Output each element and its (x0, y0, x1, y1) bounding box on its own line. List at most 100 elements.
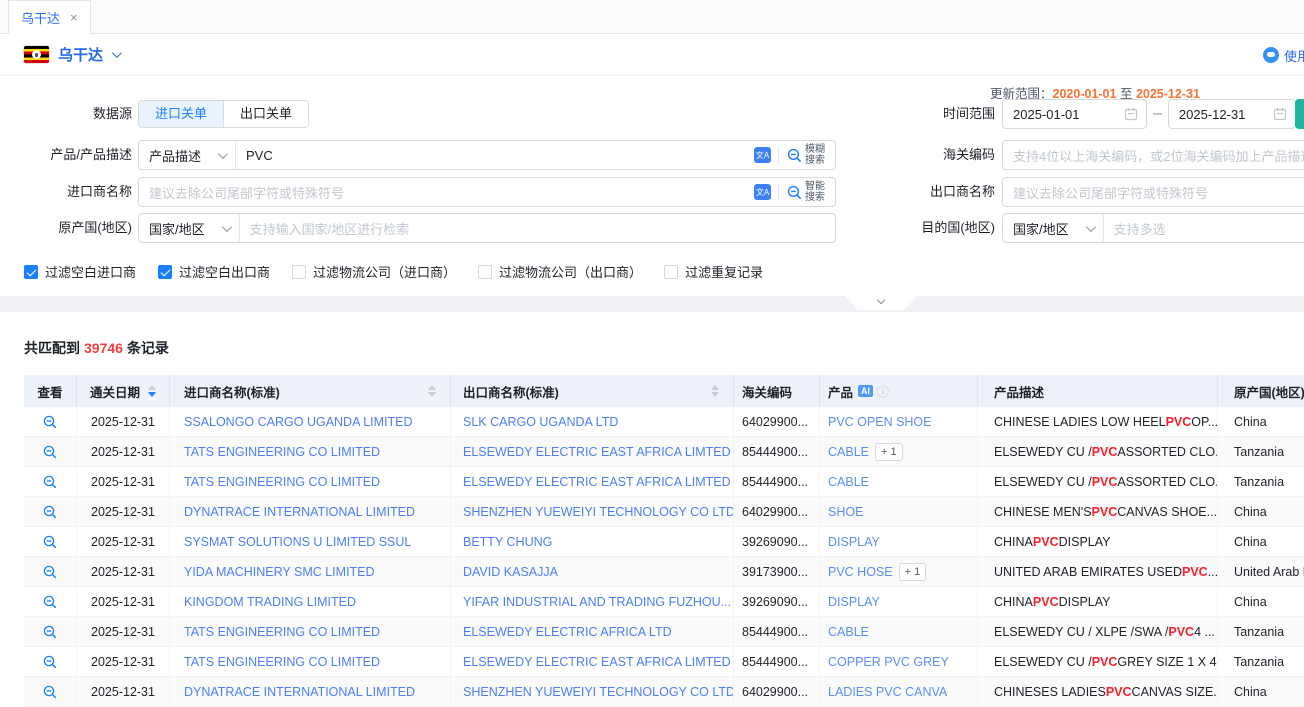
view-magnifier-icon[interactable] (42, 474, 58, 490)
end-date-input[interactable]: 2025-12-31 (1168, 99, 1296, 129)
exporter-link[interactable]: ELSEWEDY ELECTRIC EAST AFRICA LIMTED (463, 475, 731, 489)
importer-link[interactable]: KINGDOM TRADING LIMITED (184, 595, 356, 609)
extra-count-badge[interactable]: + 1 (899, 563, 927, 581)
view-button-cell[interactable] (24, 497, 77, 526)
view-button-cell[interactable] (24, 677, 77, 706)
view-magnifier-icon[interactable] (42, 564, 58, 580)
usage-guide-link[interactable]: 使用 (1263, 34, 1304, 76)
exporter-link[interactable]: BETTY CHUNG (463, 535, 552, 549)
exporter-link[interactable]: ELSEWEDY ELECTRIC EAST AFRICA LIMTED (463, 655, 731, 669)
tab-import-declarations[interactable]: 进口关单 (139, 101, 223, 127)
product-link[interactable]: SHOE (828, 505, 863, 519)
col-exporter[interactable]: 出口商名称(标准) (451, 375, 734, 407)
importer-link[interactable]: TATS ENGINEERING CO LIMITED (184, 655, 380, 669)
filter-checkbox-1[interactable]: 过滤空白出口商 (158, 262, 270, 281)
smart-search-button[interactable]: 智能搜索 (786, 181, 827, 204)
col-importer[interactable]: 进口商名称(标准) (170, 375, 451, 407)
importer-link[interactable]: SSALONGO CARGO UGANDA LIMITED (184, 415, 413, 429)
product-link[interactable]: CABLE (828, 445, 869, 459)
checkbox-unchecked-icon[interactable] (292, 265, 306, 279)
origin-cell: China (1218, 677, 1304, 706)
product-link[interactable]: PVC HOSE (828, 565, 893, 579)
importer-link[interactable]: TATS ENGINEERING CO LIMITED (184, 625, 380, 639)
view-magnifier-icon[interactable] (42, 504, 58, 520)
sort-icon-date[interactable] (148, 385, 156, 397)
importer-link[interactable]: YIDA MACHINERY SMC LIMITED (184, 565, 375, 579)
view-magnifier-icon[interactable] (42, 444, 58, 460)
tab-close-icon[interactable]: × (70, 10, 78, 25)
extra-count-badge[interactable]: + 1 (875, 443, 903, 461)
dest-country-select[interactable]: 国家/地区 (1003, 214, 1104, 242)
hs-code-input-box[interactable]: 支持4位以上海关编码，或2位海关编码加上产品描述、企 (1002, 140, 1304, 170)
product-type-select[interactable]: 产品描述 (139, 141, 236, 169)
translate-icon[interactable]: 文A (754, 184, 771, 200)
product-input[interactable]: PVC (236, 148, 746, 163)
filter-checkbox-4[interactable]: 过滤重复记录 (664, 262, 763, 281)
view-magnifier-icon[interactable] (42, 594, 58, 610)
product-link[interactable]: PVC OPEN SHOE (828, 415, 932, 429)
data-source-label: 数据源 (0, 99, 132, 129)
exporter-link[interactable]: DAVID KASAJJA (463, 565, 558, 579)
importer-input[interactable]: 建议去除公司尾部字符或特殊符号 (139, 183, 746, 202)
exporter-link[interactable]: SHENZHEN YUEWEIYI TECHNOLOGY CO LTD (463, 685, 734, 699)
tab-export-declarations[interactable]: 出口关单 (223, 101, 308, 127)
importer-link[interactable]: TATS ENGINEERING CO LIMITED (184, 475, 380, 489)
view-button-cell[interactable] (24, 407, 77, 436)
view-button-cell[interactable] (24, 527, 77, 556)
description-cell: CHINA PVC DISPLAY (978, 587, 1218, 616)
checkbox-unchecked-icon[interactable] (478, 265, 492, 279)
checkbox-unchecked-icon[interactable] (664, 265, 678, 279)
exporter-link[interactable]: ELSEWEDY ELECTRIC AFRICA LTD (463, 625, 672, 639)
importer-link[interactable]: DYNATRACE INTERNATIONAL LIMITED (184, 505, 415, 519)
checkbox-label: 过滤重复记录 (685, 262, 763, 281)
filter-checkbox-0[interactable]: 过滤空白进口商 (24, 262, 136, 281)
start-date-input[interactable]: 2025-01-01 (1002, 99, 1147, 129)
filter-checkbox-2[interactable]: 过滤物流公司（进口商） (292, 262, 456, 281)
exporter-link[interactable]: SLK CARGO UGANDA LTD (463, 415, 618, 429)
view-button-cell[interactable] (24, 647, 77, 676)
tab-uganda[interactable]: 乌干达 × (8, 0, 91, 34)
view-magnifier-icon[interactable] (42, 684, 58, 700)
exporter-link[interactable]: YIFAR INDUSTRIAL AND TRADING FUZHOU... (463, 595, 731, 609)
origin-country-select-value: 国家/地区 (149, 219, 205, 238)
product-link[interactable]: CABLE (828, 625, 869, 639)
view-magnifier-icon[interactable] (42, 534, 58, 550)
chevron-down-icon[interactable] (112, 48, 122, 58)
checkbox-checked-icon[interactable] (158, 265, 172, 279)
product-link[interactable]: LADIES PVC CANVA (828, 685, 947, 699)
view-button-cell[interactable] (24, 557, 77, 586)
search-button-partial[interactable] (1295, 99, 1304, 129)
exporter-link[interactable]: SHENZHEN YUEWEIYI TECHNOLOGY CO LTD (463, 505, 734, 519)
product-link[interactable]: CABLE (828, 475, 869, 489)
importer-link[interactable]: SYSMAT SOLUTIONS U LIMITED SSUL (184, 535, 411, 549)
col-date[interactable]: 通关日期 (77, 375, 170, 407)
filter-checkbox-3[interactable]: 过滤物流公司（出口商） (478, 262, 642, 281)
view-button-cell[interactable] (24, 617, 77, 646)
collapse-panel-button[interactable] (845, 296, 917, 310)
view-magnifier-icon[interactable] (42, 654, 58, 670)
view-magnifier-icon[interactable] (42, 624, 58, 640)
product-link[interactable]: COPPER PVC GREY (828, 655, 949, 669)
checkbox-checked-icon[interactable] (24, 265, 38, 279)
view-button-cell[interactable] (24, 587, 77, 616)
hs-code-input[interactable]: 支持4位以上海关编码，或2位海关编码加上产品描述、企 (1003, 146, 1304, 165)
exporter-link[interactable]: ELSEWEDY ELECTRIC EAST AFRICA LIMTED (463, 445, 731, 459)
importer-link[interactable]: DYNATRACE INTERNATIONAL LIMITED (184, 685, 415, 699)
exporter-input-box[interactable]: 建议去除公司尾部字符或特殊符号 (1002, 177, 1304, 207)
sort-icon-importer[interactable] (428, 385, 436, 397)
view-button-cell[interactable] (24, 467, 77, 496)
info-icon[interactable]: ⓘ (877, 383, 889, 400)
translate-icon[interactable]: 文A (754, 147, 771, 163)
product-link[interactable]: DISPLAY (828, 595, 880, 609)
product-cell: DISPLAY (820, 527, 978, 556)
view-magnifier-icon[interactable] (42, 414, 58, 430)
origin-country-select[interactable]: 国家/地区 (139, 214, 240, 242)
sort-icon-exporter[interactable] (711, 385, 719, 397)
dest-country-input[interactable]: 支持多选 (1104, 219, 1304, 238)
fuzzy-search-button[interactable]: 模糊搜索 (786, 144, 827, 167)
origin-country-input[interactable]: 支持输入国家/地区进行检索 (240, 219, 835, 238)
exporter-input[interactable]: 建议去除公司尾部字符或特殊符号 (1003, 183, 1304, 202)
product-link[interactable]: DISPLAY (828, 535, 880, 549)
importer-link[interactable]: TATS ENGINEERING CO LIMITED (184, 445, 380, 459)
view-button-cell[interactable] (24, 437, 77, 466)
